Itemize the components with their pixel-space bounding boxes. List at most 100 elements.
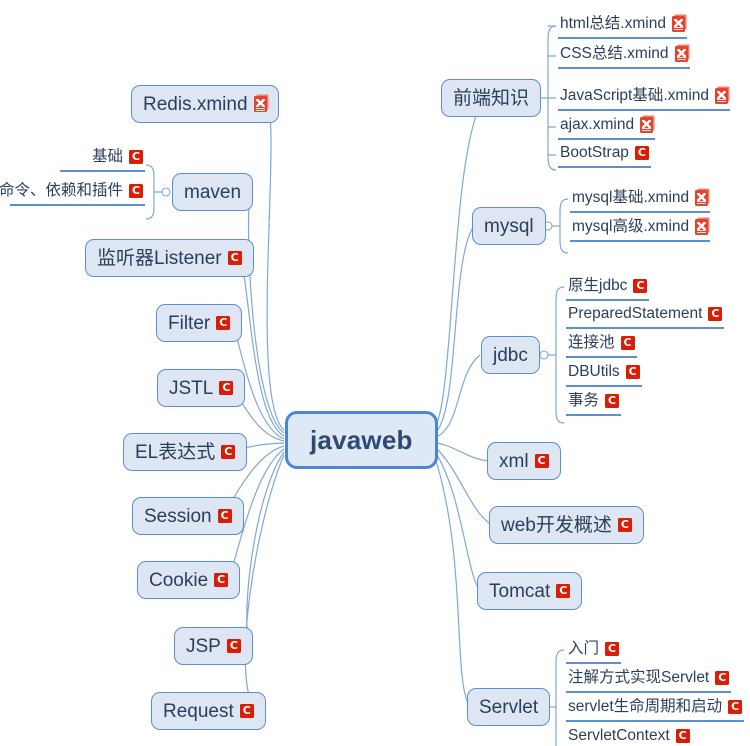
branch-label-jsp: JSP — [186, 635, 221, 657]
branch-node-mysql[interactable]: mysql — [472, 207, 546, 245]
csdn-c-icon: C — [129, 149, 143, 164]
leaf-dbutils[interactable]: DBUtils C — [566, 361, 642, 387]
csdn-c-icon: C — [605, 393, 620, 408]
leaf-bootstrap[interactable]: BootStrap C — [558, 142, 651, 168]
branch-label-filter: Filter — [168, 312, 211, 334]
leaf-label: 入门 — [568, 639, 600, 657]
leaf-connection-pool[interactable]: 连接池 C — [566, 332, 637, 358]
branch-label-webdev: web开发概述 — [501, 514, 612, 536]
root-node-javaweb[interactable]: javaweb — [285, 411, 438, 469]
branch-label-el: EL表达式 — [135, 441, 216, 463]
leaf-label: html总结.xmind — [560, 14, 666, 32]
csdn-c-icon: C — [534, 454, 549, 468]
leaf-label: PreparedStatement — [568, 304, 703, 322]
leaf-native-jdbc[interactable]: 原生jdbc C — [566, 275, 650, 301]
csdn-c-icon: C — [634, 145, 649, 160]
branch-label-listener: 监听器Listener — [97, 247, 222, 269]
csdn-c-icon: C — [715, 670, 730, 685]
csdn-c-icon: C — [675, 728, 690, 743]
csdn-c-icon: C — [617, 518, 632, 532]
csdn-c-icon: C — [216, 316, 231, 330]
leaf-servlet-lifecycle[interactable]: servlet生命周期和启动 C — [566, 696, 745, 722]
leaf-label: servlet生命周期和启动 — [568, 697, 723, 715]
csdn-c-icon: C — [625, 364, 640, 379]
leaf-label: 原生jdbc — [568, 276, 628, 294]
leaf-mysql-advanced[interactable]: mysql高级.xmind — [570, 216, 711, 242]
csdn-c-icon: C — [708, 306, 723, 321]
branch-label-cookie: Cookie — [149, 569, 209, 591]
leaf-css-summary[interactable]: CSS总结.xmind — [558, 43, 690, 69]
leaf-html-summary[interactable]: html总结.xmind — [558, 13, 687, 39]
branch-label-tomcat: Tomcat — [489, 580, 551, 602]
branch-label-jstl: JSTL — [169, 377, 214, 399]
branch-node-frontend[interactable]: 前端知识 — [441, 79, 542, 117]
leaf-servlet-context[interactable]: ServletContext C — [566, 725, 692, 746]
branch-node-el[interactable]: EL表达式 C — [123, 433, 248, 471]
csdn-c-icon: C — [239, 704, 254, 718]
leaf-servlet-annotation[interactable]: 注解方式实现Servlet C — [566, 667, 732, 693]
mindmap-canvas: javaweb 前端知识 html总结.xmind CSS总结.xmind Ja… — [0, 0, 750, 746]
csdn-c-icon: C — [217, 509, 232, 523]
leaf-maven-commands[interactable]: 命令、依赖和插件 C — [0, 180, 145, 206]
xmind-file-icon — [671, 15, 685, 32]
leaf-transaction[interactable]: 事务 C — [566, 390, 622, 416]
csdn-c-icon: C — [221, 445, 236, 459]
branch-node-cookie[interactable]: Cookie C — [137, 561, 241, 599]
csdn-c-icon: C — [620, 335, 635, 350]
branch-node-tomcat[interactable]: Tomcat C — [477, 572, 583, 610]
leaf-label: 基础 — [91, 147, 123, 165]
leaf-label: 连接池 — [568, 333, 615, 351]
leaf-label: ServletContext — [568, 726, 670, 744]
csdn-c-icon: C — [633, 278, 648, 293]
csdn-c-icon: C — [219, 381, 234, 395]
branch-label-xml: xml — [499, 450, 529, 472]
branch-node-jstl[interactable]: JSTL C — [157, 369, 246, 407]
leaf-label: mysql高级.xmind — [572, 217, 690, 235]
csdn-c-icon: C — [226, 639, 241, 653]
branch-node-listener[interactable]: 监听器Listener C — [85, 239, 254, 277]
branch-label-request: Request — [163, 700, 234, 722]
branch-label-session: Session — [144, 505, 212, 527]
root-label: javaweb — [310, 425, 413, 455]
xmind-file-icon — [640, 116, 654, 133]
branch-label-redis: Redis.xmind — [143, 93, 248, 115]
leaf-label: CSS总结.xmind — [560, 44, 669, 62]
branch-label-mysql: mysql — [484, 215, 534, 237]
csdn-c-icon: C — [227, 251, 242, 265]
branch-node-maven[interactable]: maven — [172, 173, 254, 211]
leaf-label: 命令、依赖和插件 — [0, 181, 123, 199]
branch-label-jdbc: jdbc — [493, 344, 528, 366]
leaf-mysql-basics[interactable]: mysql基础.xmind — [570, 187, 711, 213]
branch-node-servlet[interactable]: Servlet — [467, 688, 551, 726]
csdn-c-icon: C — [214, 573, 229, 587]
leaf-label: JavaScript基础.xmind — [560, 86, 710, 104]
leaf-label: DBUtils — [568, 362, 620, 380]
xmind-file-icon — [674, 45, 688, 62]
branch-node-jdbc[interactable]: jdbc — [481, 336, 540, 374]
branch-label-frontend: 前端知识 — [453, 87, 530, 109]
xmind-file-icon — [715, 87, 729, 104]
branch-node-webdev[interactable]: web开发概述 C — [489, 506, 644, 544]
branch-node-xml[interactable]: xml C — [487, 442, 561, 480]
csdn-c-icon: C — [129, 183, 143, 198]
branch-node-request[interactable]: Request C — [151, 692, 266, 730]
branch-label-maven: maven — [184, 181, 242, 203]
leaf-prepared-statement[interactable]: PreparedStatement C — [566, 303, 725, 329]
branch-node-jsp[interactable]: JSP C — [174, 627, 253, 665]
csdn-c-icon: C — [556, 584, 571, 598]
xmind-file-icon — [695, 189, 709, 206]
branch-node-session[interactable]: Session C — [132, 497, 244, 535]
leaf-maven-basics[interactable]: 基础 C — [60, 146, 145, 172]
branch-node-redis[interactable]: Redis.xmind — [131, 85, 279, 123]
leaf-servlet-intro[interactable]: 入门 C — [566, 638, 622, 664]
leaf-ajax[interactable]: ajax.xmind — [558, 114, 656, 140]
xmind-file-icon — [253, 96, 267, 112]
branch-label-servlet: Servlet — [479, 696, 539, 718]
leaf-label: mysql基础.xmind — [572, 188, 690, 206]
csdn-c-icon: C — [728, 699, 743, 714]
leaf-label: BootStrap — [560, 143, 629, 161]
branch-node-filter[interactable]: Filter C — [156, 304, 243, 342]
csdn-c-icon: C — [605, 641, 620, 656]
leaf-javascript-basics[interactable]: JavaScript基础.xmind — [558, 85, 731, 111]
leaf-label: 事务 — [568, 391, 600, 409]
